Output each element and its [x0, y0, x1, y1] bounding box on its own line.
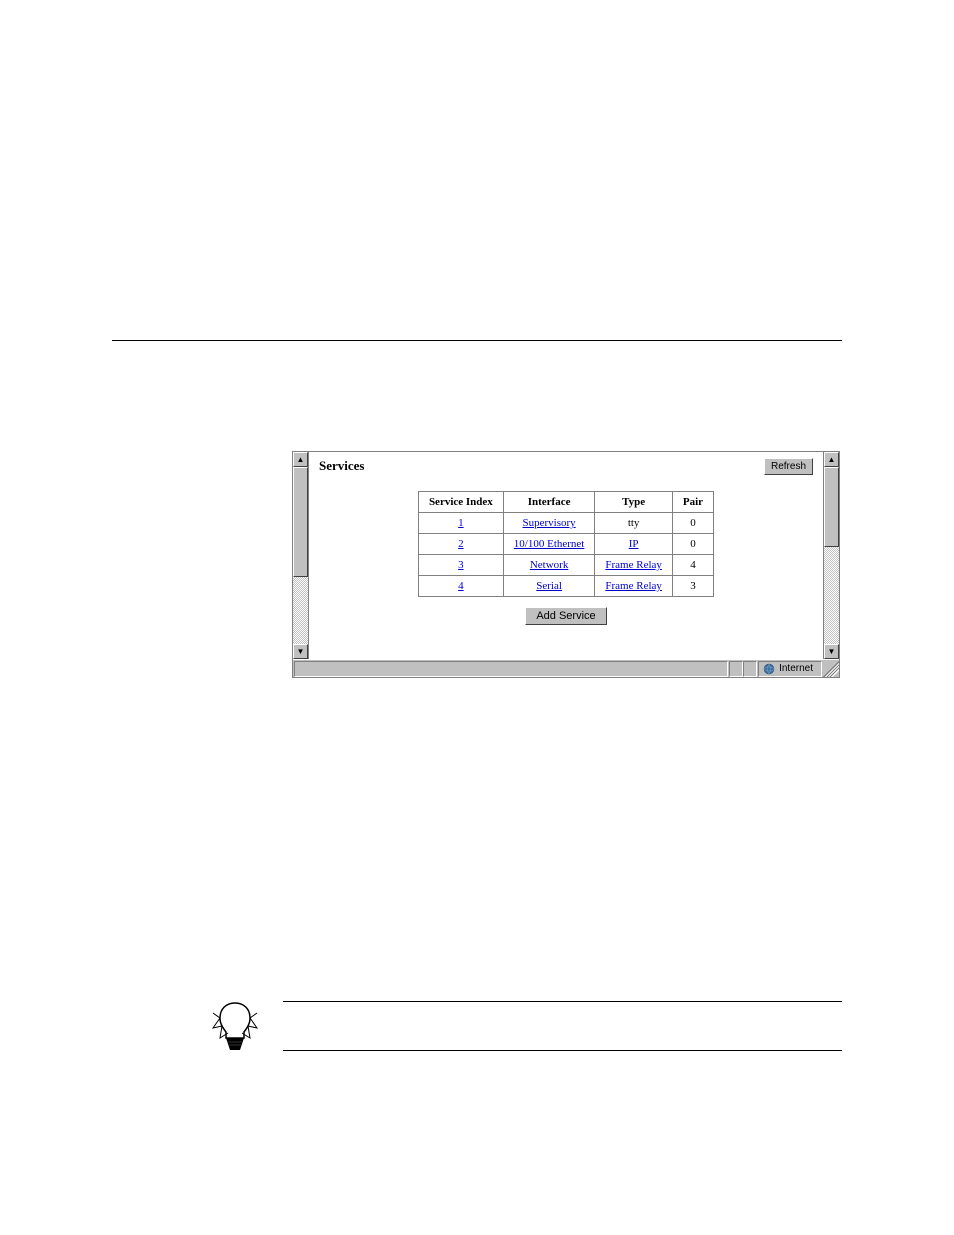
lightbulb-icon [208, 998, 263, 1053]
table-header-row: Service Index Interface Type Pair [418, 492, 713, 513]
status-text: Internet [779, 663, 813, 674]
resize-grip-icon[interactable] [823, 661, 839, 677]
interface-link[interactable]: Network [530, 559, 569, 571]
status-internet: Internet [758, 661, 822, 677]
type-link[interactable]: IP [629, 538, 639, 550]
scroll-up-icon[interactable]: ▲ [293, 452, 308, 467]
scroll-thumb[interactable] [824, 467, 839, 547]
services-window: ▲ ▼ Services Refresh Service Index [292, 451, 840, 678]
section-title: Services [319, 458, 364, 474]
scroll-down-icon[interactable]: ▼ [293, 644, 308, 659]
service-index-link[interactable]: 1 [458, 517, 464, 529]
type-cell: tty [628, 517, 640, 529]
right-scrollbar[interactable]: ▲ ▼ [823, 452, 839, 659]
divider-top [112, 340, 842, 341]
refresh-button[interactable]: Refresh [764, 458, 813, 475]
note-rule-lines [283, 1001, 842, 1051]
status-cell [743, 661, 757, 677]
scroll-thumb[interactable] [293, 467, 308, 577]
header-service-index: Service Index [418, 492, 503, 513]
pair-cell: 0 [690, 538, 696, 550]
status-bar: Internet [293, 659, 839, 677]
header-interface: Interface [503, 492, 595, 513]
main-panel: Services Refresh Service Index Interface… [309, 452, 823, 659]
table-row: 4 Serial Frame Relay 3 [418, 576, 713, 597]
service-index-link[interactable]: 4 [458, 580, 464, 592]
scroll-track[interactable] [824, 467, 839, 644]
scroll-up-icon[interactable]: ▲ [824, 452, 839, 467]
table-row: 3 Network Frame Relay 4 [418, 555, 713, 576]
services-table: Service Index Interface Type Pair 1 Supe… [418, 491, 714, 597]
note-section [112, 998, 842, 1053]
left-scrollbar[interactable]: ▲ ▼ [293, 452, 309, 659]
service-index-link[interactable]: 3 [458, 559, 464, 571]
table-row: 2 10/100 Ethernet IP 0 [418, 534, 713, 555]
status-spacer [294, 661, 728, 677]
service-index-link[interactable]: 2 [458, 538, 464, 550]
type-link[interactable]: Frame Relay [605, 580, 662, 592]
interface-link[interactable]: Supervisory [523, 517, 576, 529]
pair-cell: 4 [690, 559, 696, 571]
add-service-button[interactable]: Add Service [525, 607, 606, 625]
interface-link[interactable]: Serial [536, 580, 562, 592]
scroll-track[interactable] [293, 467, 308, 644]
globe-icon [763, 663, 775, 675]
type-link[interactable]: Frame Relay [605, 559, 662, 571]
status-cell [729, 661, 743, 677]
pair-cell: 3 [690, 580, 696, 592]
header-pair: Pair [672, 492, 713, 513]
header-type: Type [595, 492, 673, 513]
interface-link[interactable]: 10/100 Ethernet [514, 538, 585, 550]
scroll-down-icon[interactable]: ▼ [824, 644, 839, 659]
table-row: 1 Supervisory tty 0 [418, 513, 713, 534]
pair-cell: 0 [690, 517, 696, 529]
